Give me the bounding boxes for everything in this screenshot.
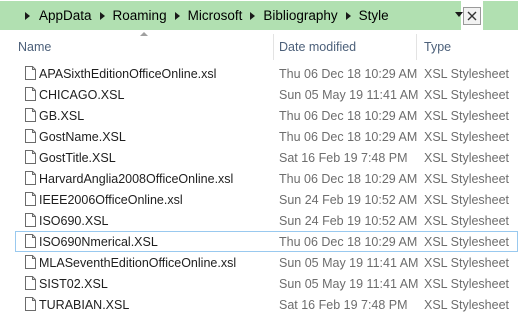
file-icon <box>25 87 36 101</box>
file-name: GostTitle.XSL <box>39 151 116 165</box>
file-date-modified: Sun 24 Feb 19 10:52 AM <box>279 214 418 228</box>
breadcrumb-item-bibliography[interactable]: Bibliography <box>263 8 337 23</box>
file-row[interactable]: GostTitle.XSL Sat 16 Feb 19 7:48 PM XSL … <box>0 147 518 168</box>
file-date-modified: Sat 16 Feb 19 7:48 PM <box>279 151 408 165</box>
file-type: XSL Stylesheet <box>424 67 510 81</box>
file-icon <box>25 192 36 206</box>
chevron-right-icon[interactable] <box>99 11 105 20</box>
file-icon <box>25 66 36 80</box>
file-row[interactable]: IEEE2006OfficeOnline.xsl Sun 24 Feb 19 1… <box>0 189 518 210</box>
file-icon <box>25 129 36 143</box>
file-row[interactable]: GostName.XSL Thu 06 Dec 18 10:29 AM XSL … <box>0 126 518 147</box>
file-icon <box>25 108 36 122</box>
breadcrumb[interactable]: AppData Roaming Microsoft Bibliography S… <box>0 1 461 30</box>
file-type: XSL Stylesheet <box>424 151 510 165</box>
file-icon <box>25 213 36 227</box>
file-type: XSL Stylesheet <box>424 109 510 123</box>
close-icon <box>467 11 477 21</box>
file-type: XSL Stylesheet <box>424 256 510 270</box>
file-type: XSL Stylesheet <box>424 214 510 228</box>
file-name: HarvardAnglia2008OfficeOnline.xsl <box>39 172 234 186</box>
file-icon <box>25 171 36 185</box>
file-icon <box>25 234 36 248</box>
file-row[interactable]: ISO690Nmerical.XSL Thu 06 Dec 18 10:29 A… <box>15 231 518 252</box>
file-date-modified: Thu 06 Dec 18 10:29 AM <box>279 235 418 249</box>
file-date-modified: Thu 06 Dec 18 10:29 AM <box>279 172 418 186</box>
chevron-right-icon[interactable] <box>345 11 351 20</box>
file-name: ISO690Nmerical.XSL <box>39 235 158 249</box>
breadcrumb-item-microsoft[interactable]: Microsoft <box>188 8 243 23</box>
file-type: XSL Stylesheet <box>424 277 510 291</box>
file-list: APASixthEditionOfficeOnline.xsl Thu 06 D… <box>0 63 518 315</box>
sort-ascending-icon <box>140 32 148 36</box>
column-divider[interactable] <box>416 34 417 60</box>
file-date-modified: Sun 05 May 19 11:41 AM <box>279 88 419 102</box>
file-name: ISO690.XSL <box>39 214 109 228</box>
file-name: TURABIAN.XSL <box>39 298 130 312</box>
file-icon <box>25 276 36 290</box>
column-header-date-modified[interactable]: Date modified <box>279 40 356 54</box>
file-type: XSL Stylesheet <box>424 298 510 312</box>
file-row[interactable]: TURABIAN.XSL Sat 16 Feb 19 7:48 PM XSL S… <box>0 294 518 315</box>
chevron-right-icon[interactable] <box>174 11 180 20</box>
column-header-row: Name Date modified Type <box>0 31 518 62</box>
file-row[interactable]: SIST02.XSL Sun 05 May 19 11:41 AM XSL St… <box>0 273 518 294</box>
file-name: SIST02.XSL <box>39 277 108 291</box>
file-row[interactable]: HarvardAnglia2008OfficeOnline.xsl Thu 06… <box>0 168 518 189</box>
file-name: CHICAGO.XSL <box>39 88 125 102</box>
file-date-modified: Sun 05 May 19 11:41 AM <box>279 277 419 291</box>
file-row[interactable]: GB.XSL Thu 06 Dec 18 10:29 AM XSL Styles… <box>0 105 518 126</box>
address-history-chevron-down-icon[interactable] <box>455 12 463 17</box>
file-name: MLASeventhEditionOfficeOnline.xsl <box>39 256 237 270</box>
file-icon <box>25 150 36 164</box>
file-row[interactable]: CHICAGO.XSL Sun 05 May 19 11:41 AM XSL S… <box>0 84 518 105</box>
chevron-right-icon[interactable] <box>250 11 256 20</box>
file-row[interactable]: ISO690.XSL Sun 24 Feb 19 10:52 AM XSL St… <box>0 210 518 231</box>
address-clear-button[interactable] <box>463 7 481 25</box>
address-bar-extension <box>483 1 518 30</box>
address-bar[interactable]: AppData Roaming Microsoft Bibliography S… <box>0 0 518 31</box>
file-icon <box>25 297 36 311</box>
file-type: XSL Stylesheet <box>424 193 510 207</box>
file-name: IEEE2006OfficeOnline.xsl <box>39 193 183 207</box>
breadcrumb-item-style[interactable]: Style <box>359 8 389 23</box>
breadcrumb-item-appdata[interactable]: AppData <box>39 8 92 23</box>
column-divider[interactable] <box>273 34 274 60</box>
file-name: GB.XSL <box>39 109 85 123</box>
file-icon <box>25 255 36 269</box>
file-row[interactable]: MLASeventhEditionOfficeOnline.xsl Sun 05… <box>0 252 518 273</box>
file-date-modified: Thu 06 Dec 18 10:29 AM <box>279 130 418 144</box>
file-date-modified: Sun 05 May 19 11:41 AM <box>279 256 419 270</box>
file-name: GostName.XSL <box>39 130 126 144</box>
file-date-modified: Thu 06 Dec 18 10:29 AM <box>279 67 418 81</box>
file-date-modified: Sun 24 Feb 19 10:52 AM <box>279 193 418 207</box>
file-type: XSL Stylesheet <box>424 235 510 249</box>
file-row[interactable]: APASixthEditionOfficeOnline.xsl Thu 06 D… <box>0 63 518 84</box>
chevron-right-icon[interactable] <box>25 11 30 20</box>
file-date-modified: Thu 06 Dec 18 10:29 AM <box>279 109 418 123</box>
file-date-modified: Sat 16 Feb 19 7:48 PM <box>279 298 408 312</box>
file-type: XSL Stylesheet <box>424 130 510 144</box>
column-header-type[interactable]: Type <box>424 40 451 54</box>
file-name: APASixthEditionOfficeOnline.xsl <box>39 67 217 81</box>
file-type: XSL Stylesheet <box>424 88 510 102</box>
column-header-name[interactable]: Name <box>18 40 51 54</box>
breadcrumb-item-roaming[interactable]: Roaming <box>113 8 167 23</box>
file-explorer-window: AppData Roaming Microsoft Bibliography S… <box>0 0 518 332</box>
file-type: XSL Stylesheet <box>424 172 510 186</box>
